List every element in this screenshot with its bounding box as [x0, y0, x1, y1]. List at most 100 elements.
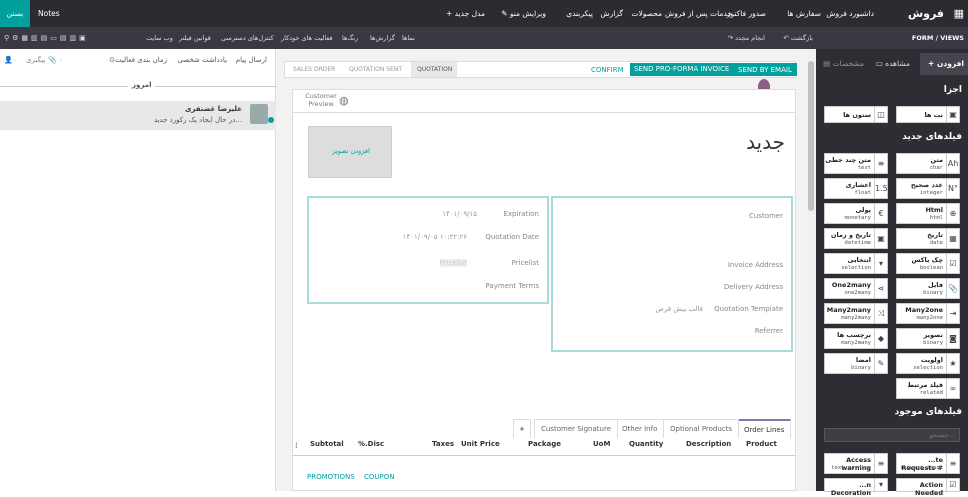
field-char[interactable]: Ah متن char — [896, 153, 960, 174]
invoice-address-label: Invoice Address — [727, 261, 783, 269]
tab-reports[interactable]: گزارش‌ها — [370, 27, 395, 49]
menu-reporting[interactable]: گزارش — [600, 0, 623, 27]
field-type: text warning — [831, 465, 871, 471]
expiration-value[interactable]: ۱۴۰۱/۰۹/۱۵ — [442, 210, 477, 218]
existing-field-access-warning[interactable]: ≡ Access warning text warning — [824, 453, 888, 474]
tab-customer-signature[interactable]: Customer Signature — [534, 419, 618, 438]
tab-properties[interactable]: ▤ مشخصات — [823, 59, 864, 68]
field-many2many[interactable]: ⤨ Many2many many2many — [824, 303, 888, 324]
tab-order-lines[interactable]: Order Lines — [737, 419, 792, 438]
tab-views[interactable]: نماها — [402, 27, 415, 49]
existing-field-requests[interactable]: ≡ ...te Requests # request count — [896, 453, 960, 474]
follow-button[interactable]: پیگیری — [26, 56, 45, 64]
field-name: Action Needed — [915, 481, 943, 497]
field-priority[interactable]: ★ اولویت selection — [896, 353, 960, 374]
part-columns[interactable]: ◫ ستون ها — [824, 106, 888, 123]
field-text[interactable]: ≡ متن چند خطی text — [824, 153, 888, 174]
column-subtotal[interactable]: Subtotal — [310, 440, 344, 448]
status-quotation-sent[interactable]: QUOTATION SENT — [349, 66, 402, 73]
new-model-button[interactable]: + مدل جدید — [446, 0, 485, 27]
tab-automations[interactable]: فعالیت های خودکار — [281, 27, 333, 49]
column-uom[interactable]: UoM — [593, 440, 610, 448]
field-type: integer — [919, 190, 943, 196]
quotation-date-value[interactable]: ۱۴۰۱/۰۹/۰۵ ۱۰:۲۲:۲۶ — [403, 233, 467, 241]
column-description[interactable]: Description — [686, 440, 731, 448]
field-type: many2many — [841, 340, 871, 346]
app-name[interactable]: فروش — [908, 0, 944, 27]
main-scrollbar[interactable] — [806, 49, 816, 491]
existing-field-decoration[interactable]: ▾ ...n Decoration — [824, 478, 888, 497]
column-discount[interactable]: %.Disc — [358, 440, 384, 448]
record-title[interactable]: جدید — [746, 130, 785, 154]
log-note-button[interactable]: یادداشت شخصی — [177, 56, 227, 64]
field-tags[interactable]: ◆ برچسب ها many2many — [824, 328, 888, 349]
tab-access-controls[interactable]: کنترل‌های دسترسی — [221, 27, 274, 49]
add-image-button[interactable]: افزودن تصویر — [308, 126, 392, 178]
field-type: one2many — [844, 290, 872, 296]
undo-button[interactable]: ↶ بازگشت — [783, 27, 813, 49]
tab-colors[interactable]: رنگ‌ها — [342, 27, 358, 49]
column-unit-price[interactable]: Unit Price — [461, 440, 500, 448]
field-integer[interactable]: N° عدد صحیح integer — [896, 178, 960, 199]
link-icon: ∞ — [946, 379, 959, 398]
field-type: request count — [899, 465, 943, 471]
column-product[interactable]: Product — [746, 440, 777, 448]
pricelist-value[interactable]: Pricelist — [439, 259, 467, 267]
field-float[interactable]: 1.5 اعشاری float — [824, 178, 888, 199]
part-notebook[interactable]: ▣ نت ها — [896, 106, 960, 123]
field-datetime[interactable]: ▣ تاریخ و زمان datetime — [824, 228, 888, 249]
field-boolean[interactable]: ☑ چک باکس boolean — [896, 253, 960, 274]
app-switcher-icon[interactable]: ▦ — [954, 0, 964, 27]
column-handle-icon[interactable]: ⁞ — [295, 441, 298, 450]
status-sales-order[interactable]: SALES ORDER — [293, 66, 335, 73]
send-by-email-button[interactable]: SEND BY EMAIL — [733, 63, 797, 76]
followers-icon[interactable]: 👤۰ — [4, 56, 16, 64]
column-quantity[interactable]: Quantity — [629, 440, 663, 448]
edit-menu-button[interactable]: ✎ ویرایش منو — [501, 0, 546, 27]
notes-button[interactable]: Notes — [38, 0, 60, 27]
existing-field-action-needed[interactable]: ☑ Action Needed — [896, 478, 960, 497]
confirm-button[interactable]: CONFIRM — [591, 66, 624, 74]
menu-products[interactable]: محصولات — [631, 0, 662, 27]
referrer-label: Referrer — [754, 327, 783, 335]
coupon-button[interactable]: COUPON — [364, 473, 395, 481]
column-package[interactable]: Package — [528, 440, 561, 448]
tab-view[interactable]: ▭ مشاهده — [876, 59, 910, 68]
tab-website[interactable]: وب سایت — [146, 27, 173, 49]
send-message-button[interactable]: ارسال پیام — [236, 56, 267, 64]
menu-configuration[interactable]: پیکربندی — [566, 0, 593, 27]
menu-dashboard[interactable]: داشبورد فروش — [826, 0, 874, 27]
field-one2many[interactable]: ⋖ One2many one2many — [824, 278, 888, 299]
menu-after-sales[interactable]: خدمات پس از فروش — [665, 0, 732, 27]
field-related[interactable]: ∞ فیلد مرتبط related — [896, 378, 960, 399]
quotation-template-value[interactable]: قالب پیش فرض — [655, 305, 703, 313]
tab-other-info[interactable]: Other Info — [615, 419, 665, 438]
view-switcher-icons[interactable]: ⚲⚙▦▥▤▭▤▥▣ — [4, 27, 89, 49]
field-signature[interactable]: ✎ امضا binary — [824, 353, 888, 374]
field-html[interactable]: ⊕ Html html — [896, 203, 960, 224]
customer-preview-button[interactable]: Customer Preview — [303, 92, 339, 108]
column-taxes[interactable]: Taxes — [432, 440, 454, 448]
field-date[interactable]: ▦ تاریخ date — [896, 228, 960, 249]
send-proforma-button[interactable]: SEND PRO-FORMA INVOICE — [630, 63, 734, 76]
field-selection[interactable]: ▾ انتخابی selection — [824, 253, 888, 274]
tab-filter-rules[interactable]: قوانین فیلتر — [179, 27, 211, 49]
status-quotation[interactable]: QUOTATION — [417, 66, 452, 73]
attachment-icon[interactable]: 📎 ۰ — [48, 56, 63, 64]
menu-invoicing[interactable]: صدور فاکتور — [727, 0, 766, 27]
field-image[interactable]: ◙ تصویر binary — [896, 328, 960, 349]
close-studio-button[interactable]: بستن — [0, 0, 30, 27]
promotions-button[interactable]: PROMOTIONS — [307, 473, 355, 481]
add-tab-icon[interactable]: + — [513, 419, 531, 438]
tab-add[interactable]: + افزودن — [928, 59, 964, 68]
redo-button[interactable]: ↷ انجام مجدد — [728, 27, 765, 49]
field-binary[interactable]: 📎 فایل binary — [896, 278, 960, 299]
schedule-activity-button[interactable]: ⊙زمان بندی فعالیت — [109, 56, 167, 64]
existing-fields-search-input[interactable] — [824, 428, 960, 442]
scrollbar-thumb[interactable] — [808, 61, 814, 211]
field-type: date — [929, 240, 943, 246]
tab-optional-products[interactable]: Optional Products — [663, 419, 740, 438]
field-many2one[interactable]: ⇥ Many2one many2one — [896, 303, 960, 324]
field-monetary[interactable]: € پولی monetary — [824, 203, 888, 224]
menu-orders[interactable]: سفارش ها — [787, 0, 821, 27]
